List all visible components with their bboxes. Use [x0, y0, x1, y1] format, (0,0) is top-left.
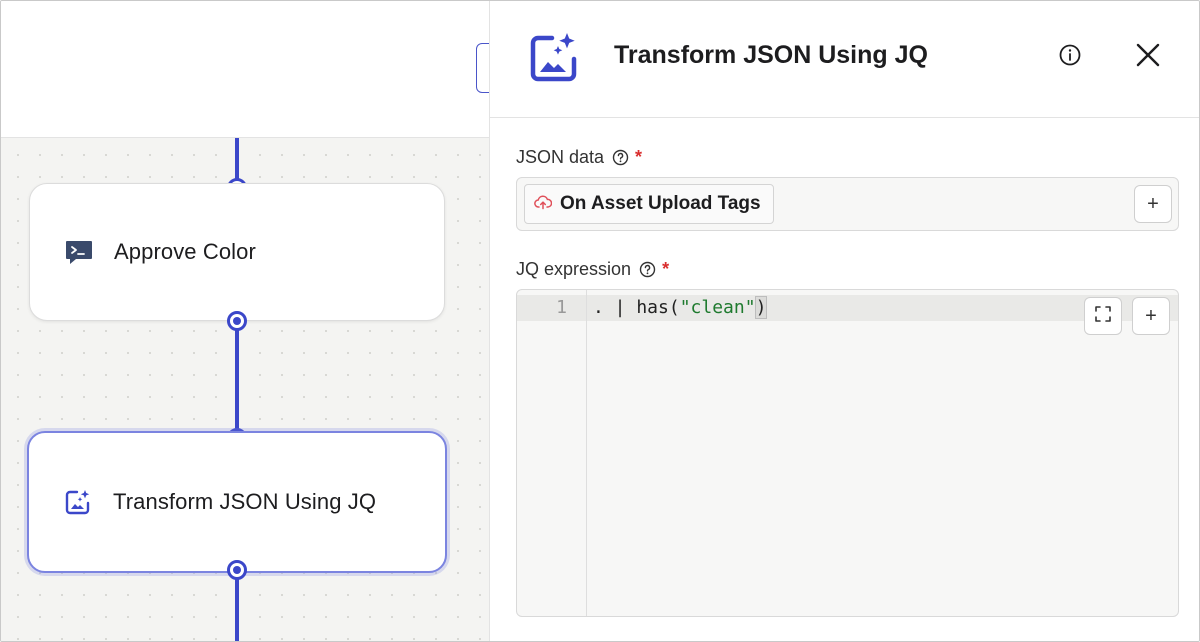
canvas-toolbar-area	[1, 1, 506, 138]
panel-header: Transform JSON Using JQ	[490, 1, 1199, 118]
connector-line	[235, 578, 239, 641]
info-button[interactable]	[1050, 37, 1090, 77]
json-data-label: JSON data *	[516, 147, 642, 168]
tag-label: On Asset Upload Tags	[560, 193, 761, 214]
workflow-node-transform-json[interactable]: Transform JSON Using JQ	[27, 431, 447, 573]
cloud-upload-icon	[534, 193, 553, 216]
line-number: 1	[556, 297, 567, 318]
required-marker: *	[635, 147, 643, 167]
workflow-node-approve-color[interactable]: Approve Color	[29, 183, 445, 321]
help-icon[interactable]	[639, 261, 656, 278]
code-string-token: "clean"	[679, 297, 756, 318]
data-reference-tag[interactable]: On Asset Upload Tags	[524, 184, 774, 224]
app-window: Approve Color Transform JSON Using JQ Tr…	[0, 0, 1200, 642]
panel-title: Transform JSON Using JQ	[614, 41, 928, 69]
jq-expression-label-text: JQ expression	[516, 259, 632, 279]
node-output-port[interactable]	[227, 560, 247, 580]
connector-line	[235, 328, 239, 432]
node-label: Approve Color	[114, 239, 256, 264]
required-marker: *	[662, 259, 670, 279]
image-sparkle-icon	[63, 487, 93, 517]
help-icon[interactable]	[612, 149, 629, 166]
text-cursor	[766, 297, 768, 319]
code-line[interactable]: . | has("clean")	[593, 295, 768, 321]
terminal-chat-icon	[64, 237, 94, 267]
json-data-label-text: JSON data	[516, 147, 605, 167]
expand-editor-button[interactable]	[1084, 297, 1122, 335]
node-label: Transform JSON Using JQ	[113, 489, 377, 514]
code-token: )	[754, 296, 768, 319]
close-button[interactable]	[1128, 37, 1168, 77]
expand-icon	[1094, 305, 1112, 328]
connector-line	[235, 138, 239, 180]
code-token: . | has(	[593, 297, 680, 318]
workflow-canvas[interactable]: Approve Color Transform JSON Using JQ	[1, 138, 489, 641]
jq-expression-editor[interactable]: 1 . | has("clean") +	[516, 289, 1179, 617]
node-settings-panel: Transform JSON Using JQ JSON data * On A…	[489, 1, 1199, 641]
info-icon	[1058, 43, 1082, 72]
jq-expression-label: JQ expression *	[516, 259, 669, 280]
image-sparkle-icon	[526, 29, 582, 85]
add-jq-reference-button[interactable]: +	[1132, 297, 1170, 335]
add-json-reference-button[interactable]: +	[1134, 185, 1172, 223]
close-icon	[1135, 42, 1161, 73]
json-data-input[interactable]: On Asset Upload Tags +	[516, 177, 1179, 231]
line-number-gutter	[517, 290, 587, 616]
